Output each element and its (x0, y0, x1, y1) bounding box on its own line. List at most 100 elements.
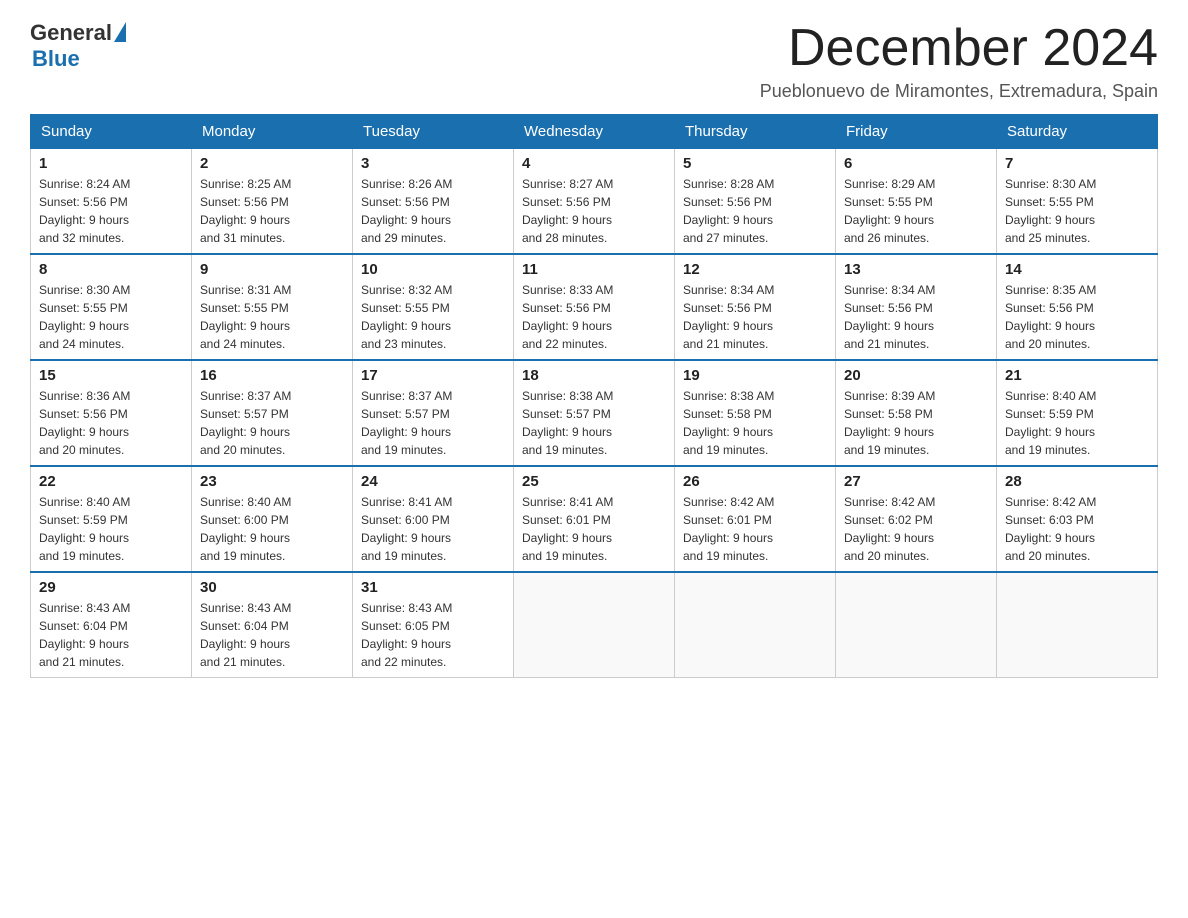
day-info: Sunrise: 8:30 AM Sunset: 5:55 PM Dayligh… (39, 281, 183, 353)
day-number: 31 (361, 579, 505, 596)
header-friday: Friday (836, 115, 997, 149)
day-info: Sunrise: 8:36 AM Sunset: 5:56 PM Dayligh… (39, 387, 183, 459)
day-number: 14 (1005, 261, 1149, 278)
month-title: December 2024 (760, 20, 1158, 77)
page-header: General Blue December 2024 Pueblonuevo d… (30, 20, 1158, 102)
day-info: Sunrise: 8:41 AM Sunset: 6:01 PM Dayligh… (522, 493, 666, 565)
table-row: 28 Sunrise: 8:42 AM Sunset: 6:03 PM Dayl… (997, 466, 1158, 572)
table-row: 21 Sunrise: 8:40 AM Sunset: 5:59 PM Dayl… (997, 360, 1158, 466)
day-info: Sunrise: 8:42 AM Sunset: 6:03 PM Dayligh… (1005, 493, 1149, 565)
day-info: Sunrise: 8:30 AM Sunset: 5:55 PM Dayligh… (1005, 175, 1149, 247)
day-number: 23 (200, 473, 344, 490)
day-number: 10 (361, 261, 505, 278)
table-row: 1 Sunrise: 8:24 AM Sunset: 5:56 PM Dayli… (31, 149, 192, 255)
day-info: Sunrise: 8:40 AM Sunset: 5:59 PM Dayligh… (39, 493, 183, 565)
calendar-week-row: 22 Sunrise: 8:40 AM Sunset: 5:59 PM Dayl… (31, 466, 1158, 572)
day-info: Sunrise: 8:43 AM Sunset: 6:04 PM Dayligh… (39, 599, 183, 671)
logo-blue-text: Blue (32, 46, 126, 72)
day-number: 7 (1005, 155, 1149, 172)
day-number: 4 (522, 155, 666, 172)
day-number: 9 (200, 261, 344, 278)
day-number: 19 (683, 367, 827, 384)
table-row (675, 572, 836, 678)
day-info: Sunrise: 8:41 AM Sunset: 6:00 PM Dayligh… (361, 493, 505, 565)
day-info: Sunrise: 8:40 AM Sunset: 5:59 PM Dayligh… (1005, 387, 1149, 459)
calendar-week-row: 15 Sunrise: 8:36 AM Sunset: 5:56 PM Dayl… (31, 360, 1158, 466)
table-row: 9 Sunrise: 8:31 AM Sunset: 5:55 PM Dayli… (192, 254, 353, 360)
day-info: Sunrise: 8:37 AM Sunset: 5:57 PM Dayligh… (200, 387, 344, 459)
table-row: 24 Sunrise: 8:41 AM Sunset: 6:00 PM Dayl… (353, 466, 514, 572)
table-row: 18 Sunrise: 8:38 AM Sunset: 5:57 PM Dayl… (514, 360, 675, 466)
calendar-header-row: Sunday Monday Tuesday Wednesday Thursday… (31, 115, 1158, 149)
table-row (514, 572, 675, 678)
header-thursday: Thursday (675, 115, 836, 149)
table-row: 5 Sunrise: 8:28 AM Sunset: 5:56 PM Dayli… (675, 149, 836, 255)
table-row: 20 Sunrise: 8:39 AM Sunset: 5:58 PM Dayl… (836, 360, 997, 466)
day-number: 20 (844, 367, 988, 384)
table-row: 31 Sunrise: 8:43 AM Sunset: 6:05 PM Dayl… (353, 572, 514, 678)
calendar-week-row: 29 Sunrise: 8:43 AM Sunset: 6:04 PM Dayl… (31, 572, 1158, 678)
table-row (836, 572, 997, 678)
table-row: 7 Sunrise: 8:30 AM Sunset: 5:55 PM Dayli… (997, 149, 1158, 255)
day-info: Sunrise: 8:43 AM Sunset: 6:04 PM Dayligh… (200, 599, 344, 671)
day-number: 29 (39, 579, 183, 596)
table-row: 22 Sunrise: 8:40 AM Sunset: 5:59 PM Dayl… (31, 466, 192, 572)
day-info: Sunrise: 8:43 AM Sunset: 6:05 PM Dayligh… (361, 599, 505, 671)
day-number: 24 (361, 473, 505, 490)
table-row: 10 Sunrise: 8:32 AM Sunset: 5:55 PM Dayl… (353, 254, 514, 360)
table-row: 15 Sunrise: 8:36 AM Sunset: 5:56 PM Dayl… (31, 360, 192, 466)
header-sunday: Sunday (31, 115, 192, 149)
day-info: Sunrise: 8:25 AM Sunset: 5:56 PM Dayligh… (200, 175, 344, 247)
day-number: 3 (361, 155, 505, 172)
header-wednesday: Wednesday (514, 115, 675, 149)
day-number: 13 (844, 261, 988, 278)
day-number: 16 (200, 367, 344, 384)
day-number: 1 (39, 155, 183, 172)
day-number: 27 (844, 473, 988, 490)
table-row: 23 Sunrise: 8:40 AM Sunset: 6:00 PM Dayl… (192, 466, 353, 572)
day-info: Sunrise: 8:28 AM Sunset: 5:56 PM Dayligh… (683, 175, 827, 247)
table-row: 27 Sunrise: 8:42 AM Sunset: 6:02 PM Dayl… (836, 466, 997, 572)
day-info: Sunrise: 8:40 AM Sunset: 6:00 PM Dayligh… (200, 493, 344, 565)
day-number: 25 (522, 473, 666, 490)
table-row: 19 Sunrise: 8:38 AM Sunset: 5:58 PM Dayl… (675, 360, 836, 466)
table-row: 17 Sunrise: 8:37 AM Sunset: 5:57 PM Dayl… (353, 360, 514, 466)
table-row: 8 Sunrise: 8:30 AM Sunset: 5:55 PM Dayli… (31, 254, 192, 360)
header-saturday: Saturday (997, 115, 1158, 149)
table-row: 16 Sunrise: 8:37 AM Sunset: 5:57 PM Dayl… (192, 360, 353, 466)
table-row: 30 Sunrise: 8:43 AM Sunset: 6:04 PM Dayl… (192, 572, 353, 678)
calendar-week-row: 1 Sunrise: 8:24 AM Sunset: 5:56 PM Dayli… (31, 149, 1158, 255)
day-info: Sunrise: 8:38 AM Sunset: 5:58 PM Dayligh… (683, 387, 827, 459)
day-info: Sunrise: 8:42 AM Sunset: 6:02 PM Dayligh… (844, 493, 988, 565)
header-tuesday: Tuesday (353, 115, 514, 149)
day-info: Sunrise: 8:37 AM Sunset: 5:57 PM Dayligh… (361, 387, 505, 459)
day-info: Sunrise: 8:34 AM Sunset: 5:56 PM Dayligh… (844, 281, 988, 353)
table-row: 14 Sunrise: 8:35 AM Sunset: 5:56 PM Dayl… (997, 254, 1158, 360)
day-number: 6 (844, 155, 988, 172)
calendar-table: Sunday Monday Tuesday Wednesday Thursday… (30, 114, 1158, 678)
header-monday: Monday (192, 115, 353, 149)
day-number: 15 (39, 367, 183, 384)
day-info: Sunrise: 8:42 AM Sunset: 6:01 PM Dayligh… (683, 493, 827, 565)
day-info: Sunrise: 8:29 AM Sunset: 5:55 PM Dayligh… (844, 175, 988, 247)
day-info: Sunrise: 8:35 AM Sunset: 5:56 PM Dayligh… (1005, 281, 1149, 353)
day-number: 21 (1005, 367, 1149, 384)
day-number: 12 (683, 261, 827, 278)
day-number: 18 (522, 367, 666, 384)
day-info: Sunrise: 8:32 AM Sunset: 5:55 PM Dayligh… (361, 281, 505, 353)
table-row: 6 Sunrise: 8:29 AM Sunset: 5:55 PM Dayli… (836, 149, 997, 255)
day-number: 17 (361, 367, 505, 384)
day-number: 26 (683, 473, 827, 490)
day-info: Sunrise: 8:38 AM Sunset: 5:57 PM Dayligh… (522, 387, 666, 459)
table-row: 26 Sunrise: 8:42 AM Sunset: 6:01 PM Dayl… (675, 466, 836, 572)
table-row: 12 Sunrise: 8:34 AM Sunset: 5:56 PM Dayl… (675, 254, 836, 360)
day-info: Sunrise: 8:31 AM Sunset: 5:55 PM Dayligh… (200, 281, 344, 353)
day-info: Sunrise: 8:33 AM Sunset: 5:56 PM Dayligh… (522, 281, 666, 353)
day-info: Sunrise: 8:24 AM Sunset: 5:56 PM Dayligh… (39, 175, 183, 247)
day-info: Sunrise: 8:27 AM Sunset: 5:56 PM Dayligh… (522, 175, 666, 247)
logo-general-text: General (30, 20, 112, 46)
day-number: 30 (200, 579, 344, 596)
table-row: 11 Sunrise: 8:33 AM Sunset: 5:56 PM Dayl… (514, 254, 675, 360)
logo: General Blue (30, 20, 126, 72)
table-row: 3 Sunrise: 8:26 AM Sunset: 5:56 PM Dayli… (353, 149, 514, 255)
